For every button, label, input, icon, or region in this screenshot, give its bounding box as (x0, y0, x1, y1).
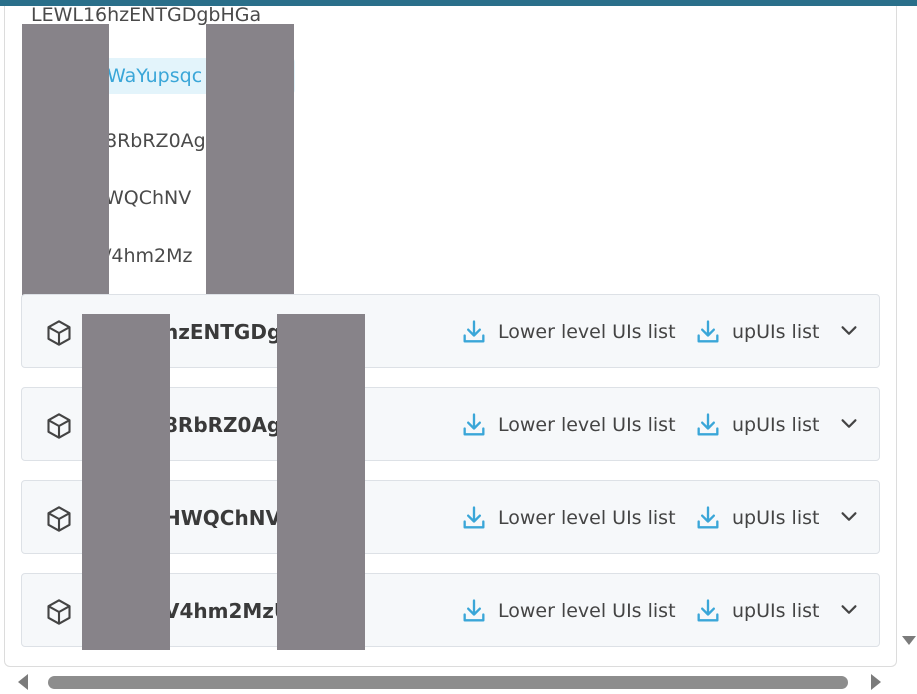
download-label: Lower level UIs list (498, 507, 676, 529)
download-label: upUIs list (732, 600, 820, 622)
scrollbar-thumb[interactable] (48, 676, 848, 689)
redaction-block (82, 314, 170, 650)
redaction-block (22, 24, 109, 296)
scroll-right-arrow-icon[interactable] (871, 674, 881, 690)
download-icon (463, 599, 485, 622)
download-icon (697, 320, 719, 343)
download-icon (463, 506, 485, 529)
ui-list-panel: LEWL16hzENTGDgbHGa WaYupsqc 8RbRZ0Ag WQC… (4, 6, 897, 667)
lower-level-uis-download-button[interactable]: Lower level UIs list (460, 574, 676, 648)
download-icon (463, 413, 485, 436)
download-icon (697, 506, 719, 529)
download-label: Lower level UIs list (498, 321, 676, 343)
redaction-block (206, 24, 294, 296)
download-icon (463, 320, 485, 343)
cube-icon (47, 413, 71, 439)
ui-row-title: V4hm2MzU (164, 599, 291, 623)
download-label: upUIs list (732, 321, 820, 343)
download-label: Lower level UIs list (498, 600, 676, 622)
lower-level-uis-download-button[interactable]: Lower level UIs list (460, 388, 676, 462)
up-uis-download-button[interactable]: upUIs list (694, 481, 819, 555)
scroll-left-arrow-icon[interactable] (18, 674, 28, 690)
chevron-down-icon[interactable] (838, 413, 860, 435)
download-icon (697, 413, 719, 436)
scroll-down-arrow-icon[interactable] (902, 636, 916, 645)
cube-icon (47, 506, 71, 532)
up-uis-download-button[interactable]: upUIs list (694, 295, 819, 369)
up-uis-download-button[interactable]: upUIs list (694, 388, 819, 462)
cube-icon (47, 320, 71, 346)
lower-level-uis-download-button[interactable]: Lower level UIs list (460, 295, 676, 369)
chevron-down-icon[interactable] (838, 506, 860, 528)
redaction-block (277, 314, 365, 650)
download-label: upUIs list (732, 414, 820, 436)
chevron-down-icon[interactable] (838, 599, 860, 621)
ui-row-title: HWQChNV (164, 506, 281, 530)
chevron-down-icon[interactable] (838, 320, 860, 342)
up-uis-download-button[interactable]: upUIs list (694, 574, 819, 648)
ui-row-title: hzENTGDg (164, 320, 282, 344)
lower-level-uis-download-button[interactable]: Lower level UIs list (460, 481, 676, 555)
download-icon (697, 599, 719, 622)
cube-icon (47, 599, 71, 625)
download-label: Lower level UIs list (498, 414, 676, 436)
download-label: upUIs list (732, 507, 820, 529)
ui-row-title: 8RbRZ0Ag (164, 413, 282, 437)
horizontal-scrollbar[interactable] (0, 670, 917, 694)
